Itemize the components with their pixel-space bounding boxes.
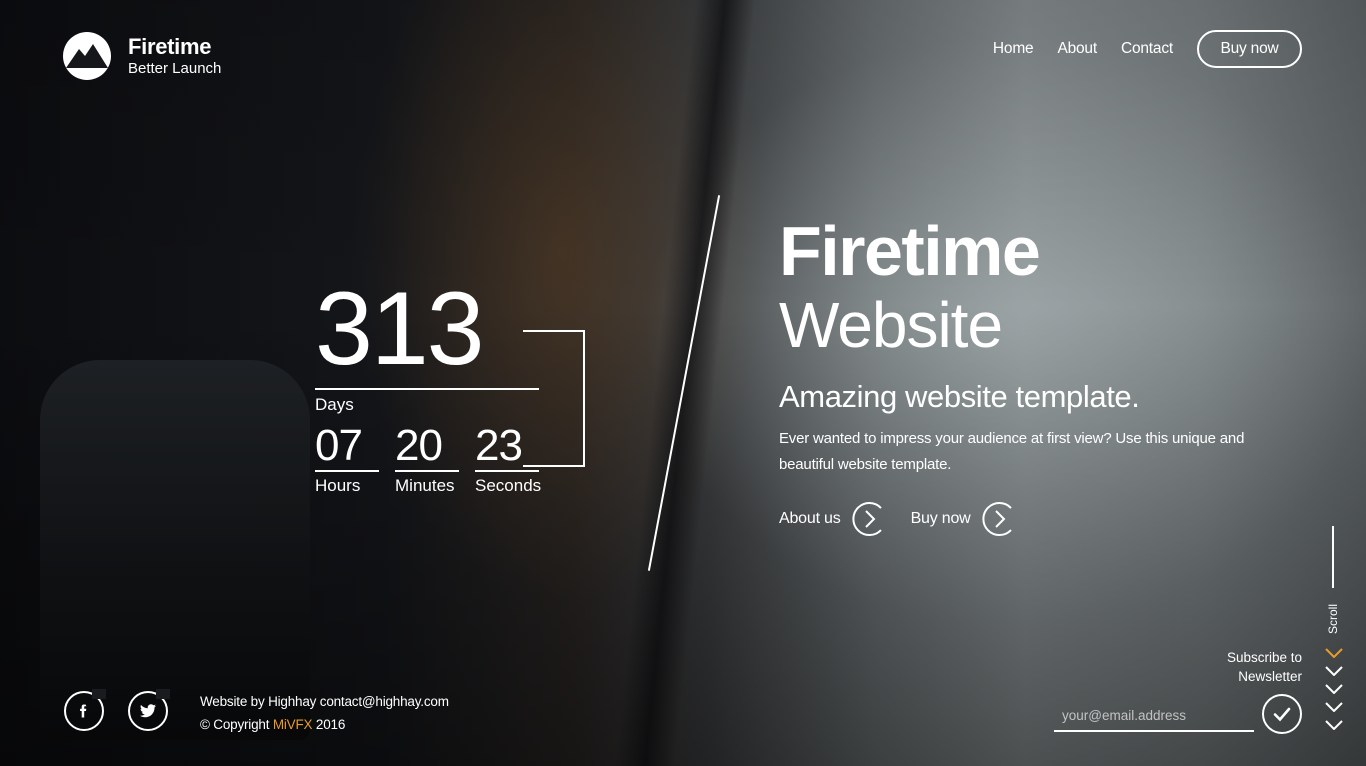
seconds-underline: [475, 470, 539, 472]
brand-tagline: Better Launch: [128, 60, 222, 77]
main-nav: Home About Contact Buy now: [969, 30, 1302, 68]
footer-credits: Website by Highhay contact@highhay.com ©…: [200, 690, 449, 736]
hero-title-light: Website: [779, 289, 1003, 361]
hero-buy-now-label: Buy now: [910, 510, 971, 527]
mountain-logo-icon: [63, 32, 111, 80]
social-ring-gap: [92, 689, 106, 699]
copyright-line: © Copyright MiVFX 2016: [200, 713, 449, 736]
hero-description: Ever wanted to impress your audience at …: [779, 430, 1245, 473]
chevron-down-icon[interactable]: [1325, 666, 1343, 676]
hero-buy-now-button[interactable]: Buy now: [911, 500, 1019, 538]
about-us-label: About us: [779, 510, 841, 527]
countdown-seconds-label: Seconds: [475, 476, 542, 495]
email-field[interactable]: [1054, 700, 1254, 732]
chevron-down-icon[interactable]: [1325, 720, 1343, 730]
countdown-minutes: 20 Minutes: [395, 422, 459, 497]
countdown-hours: 07 Hours: [315, 422, 379, 497]
chevron-down-icon[interactable]: [1325, 702, 1343, 712]
subscribe-submit-button[interactable]: [1262, 694, 1302, 734]
checkmark-icon: [1273, 707, 1291, 722]
nav-home[interactable]: Home: [993, 40, 1034, 58]
chevron-down-icon[interactable]: [1325, 648, 1343, 658]
arrow-right-circle-icon: [981, 500, 1019, 538]
scroll-label[interactable]: Scroll: [1326, 602, 1340, 636]
chevron-down-icon[interactable]: [1325, 684, 1343, 694]
arrow-right-circle-icon: [851, 500, 889, 538]
hero-title: Firetime: [779, 212, 1041, 290]
logo[interactable]: Firetime Better Launch: [63, 32, 221, 80]
countdown: 313 Days 07 Hours 20 Minutes 23 Seconds: [315, 270, 585, 495]
hero-subtitle: Amazing website template.: [779, 379, 1140, 414]
countdown-hours-label: Hours: [315, 476, 361, 495]
copyright-prefix: © Copyright: [200, 717, 273, 732]
copyright-brand-link[interactable]: MiVFX: [273, 717, 313, 732]
hero: Firetime Website Amazing website templat…: [779, 212, 1249, 538]
countdown-days-value: 313: [315, 271, 485, 387]
newsletter-label-line1: Subscribe to: [1226, 650, 1302, 665]
scroll-line: [1332, 526, 1334, 588]
brand-name: Firetime: [128, 34, 212, 59]
countdown-seconds-value: 23: [475, 421, 523, 470]
hours-underline: [315, 470, 379, 472]
buy-now-button[interactable]: Buy now: [1197, 30, 1302, 68]
countdown-minutes-value: 20: [395, 421, 443, 470]
newsletter-label-line2: Newsletter: [1238, 669, 1302, 684]
nav-contact[interactable]: Contact: [1121, 40, 1173, 58]
countdown-minutes-label: Minutes: [395, 476, 455, 495]
social-ring-gap: [156, 689, 170, 699]
copyright-year: 2016: [312, 717, 346, 732]
days-underline: [315, 388, 539, 390]
nav-about[interactable]: About: [1057, 40, 1097, 58]
countdown-hours-value: 07: [315, 421, 363, 470]
minutes-underline: [395, 470, 459, 472]
countdown-days-label: Days: [315, 395, 354, 414]
newsletter-label: Subscribe to Newsletter: [1190, 648, 1302, 686]
about-us-button[interactable]: About us: [779, 500, 889, 538]
credit-line: Website by Highhay contact@highhay.com: [200, 694, 449, 709]
countdown-seconds: 23 Seconds: [475, 421, 542, 497]
